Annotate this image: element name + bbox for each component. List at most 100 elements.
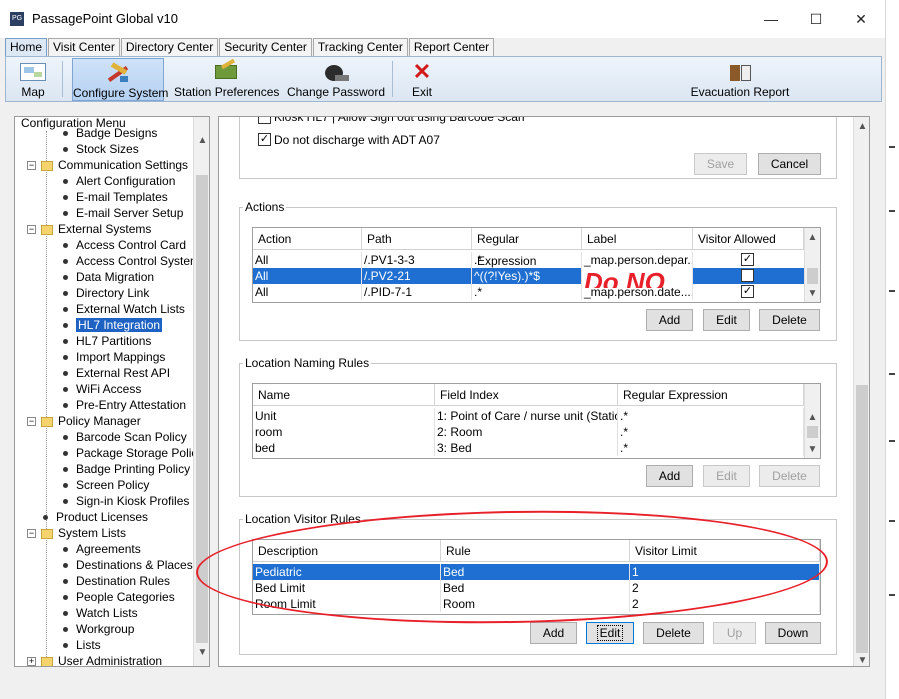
collapse-icon[interactable]: − [27, 161, 36, 171]
tree-item[interactable]: Barcode Scan Policy [63, 429, 187, 445]
col-description[interactable]: Description [253, 540, 441, 562]
scroll-up-icon[interactable]: ▲ [807, 412, 818, 423]
col-label[interactable]: Label [582, 228, 693, 250]
tree-item[interactable]: Lists [63, 637, 101, 653]
table-row[interactable]: All /.PID-7-1 .* _map.person.date.... ✓ [253, 284, 804, 300]
scroll-down-icon[interactable]: ▼ [807, 444, 818, 455]
rules-delete-button[interactable]: Delete [643, 622, 704, 644]
visitor-allowed-checkbox[interactable] [741, 269, 754, 282]
scroll-up-icon[interactable]: ▲ [857, 121, 868, 132]
tree-item[interactable]: Directory Link [63, 285, 149, 301]
collapse-icon[interactable]: − [27, 225, 36, 235]
tree-item[interactable]: E-mail Server Setup [63, 205, 183, 221]
collapse-icon[interactable]: − [27, 417, 36, 427]
rules-down-button[interactable]: Down [765, 622, 821, 644]
tree-item[interactable]: External Rest API [63, 365, 170, 381]
scroll-down-icon[interactable]: ▼ [807, 288, 818, 299]
table-row[interactable]: Room Limit Room 2 [253, 596, 820, 612]
tree-item[interactable]: Product Licenses [43, 509, 148, 525]
configure-system-button[interactable]: Configure System [72, 58, 168, 101]
tab-report-center[interactable]: Report Center [408, 38, 495, 56]
naming-add-button[interactable]: Add [646, 465, 693, 487]
tab-visit-center[interactable]: Visit Center [48, 38, 120, 56]
naming-delete-button[interactable]: Delete [759, 465, 820, 487]
rules-up-button[interactable]: Up [713, 622, 756, 644]
exit-button[interactable]: ✕ Exit [400, 58, 444, 101]
main-scrollbar[interactable]: ▲ ▼ [853, 117, 869, 666]
tree-item-hl7-integration[interactable]: HL7 Integration [63, 317, 163, 333]
scroll-up-icon[interactable]: ▲ [197, 135, 208, 146]
tree-item[interactable]: Sign-in Kiosk Profiles [63, 493, 189, 509]
col-regex[interactable]: Regular Expression [472, 228, 582, 268]
actions-edit-button[interactable]: Edit [703, 309, 750, 331]
table-row[interactable]: All /.PV1-3-3 .* _map.person.depar... ✓ [253, 252, 804, 268]
rules-edit-button[interactable]: Edit [586, 622, 634, 644]
naming-edit-button[interactable]: Edit [703, 465, 750, 487]
kiosk-checkbox[interactable] [258, 117, 271, 124]
cancel-button[interactable]: Cancel [758, 153, 821, 175]
col-visitor-limit[interactable]: Visitor Limit [630, 540, 820, 562]
tab-home[interactable]: Home [5, 38, 48, 56]
no-discharge-checkbox[interactable]: ✓ [258, 133, 271, 146]
actions-scrollbar[interactable]: ▲ ▼ [804, 228, 820, 302]
tree-item[interactable]: External Watch Lists [63, 301, 185, 317]
tree-item[interactable]: Screen Policy [63, 477, 149, 493]
scroll-up-icon[interactable]: ▲ [807, 232, 818, 243]
actions-add-button[interactable]: Add [646, 309, 693, 331]
tree-scroll-thumb[interactable] [196, 175, 208, 643]
close-button[interactable]: ✕ [839, 6, 883, 32]
evacuation-report-button[interactable]: Evacuation Report [688, 58, 792, 101]
col-path[interactable]: Path [362, 228, 472, 250]
tree-item[interactable]: Workgroup [63, 621, 134, 637]
actions-delete-button[interactable]: Delete [759, 309, 820, 331]
scroll-down-icon[interactable]: ▼ [197, 647, 208, 658]
main-scroll-thumb[interactable] [856, 385, 868, 653]
table-row[interactable]: Unit 1: Point of Care / nurse unit (Stat… [253, 408, 804, 424]
rules-add-button[interactable]: Add [530, 622, 577, 644]
tree-folder[interactable]: + User Administration [27, 653, 162, 666]
tree-item[interactable]: Package Storage Policy [63, 445, 193, 461]
table-row[interactable]: room 2: Room .* [253, 424, 804, 440]
visitor-allowed-checkbox[interactable]: ✓ [741, 285, 754, 298]
tree-item[interactable]: WiFi Access [63, 381, 141, 397]
tree-folder[interactable]: − System Lists [27, 525, 126, 541]
tab-directory-center[interactable]: Directory Center [120, 38, 219, 56]
tree-item[interactable]: Data Migration [63, 269, 154, 285]
save-button[interactable]: Save [694, 153, 747, 175]
tree-scrollbar[interactable]: ▲ ▼ [193, 117, 209, 666]
table-row[interactable]: bed 3: Bed .* [253, 440, 804, 456]
map-button[interactable]: Map [10, 58, 56, 101]
tree-item[interactable]: Agreements [63, 541, 141, 557]
visitor-allowed-checkbox[interactable]: ✓ [741, 253, 754, 266]
scroll-thumb[interactable] [807, 426, 818, 438]
change-password-button[interactable]: Change Password [286, 58, 386, 101]
tree-item[interactable]: Access Control Systems [63, 253, 193, 269]
tree-folder[interactable]: − Policy Manager [27, 413, 141, 429]
tree-item[interactable]: Access Control Card [63, 237, 186, 253]
tree-folder[interactable]: − External Systems [27, 221, 151, 237]
col-rule[interactable]: Rule [441, 540, 630, 562]
tree-item[interactable]: Watch Lists [63, 605, 138, 621]
col-field-index[interactable]: Field Index [435, 384, 618, 406]
tree-item[interactable]: Import Mappings [63, 349, 165, 365]
tree-item[interactable]: Destinations & Places [63, 557, 193, 573]
station-preferences-button[interactable]: Station Preferences [174, 58, 279, 101]
table-row-selected[interactable]: All /.PV2-21 ^((?!Yes).)*$ [253, 268, 804, 284]
col-name[interactable]: Name [253, 384, 435, 406]
table-row[interactable]: Bed Limit Bed 2 [253, 580, 820, 596]
tree-item[interactable]: Badge Printing Policy [63, 461, 190, 477]
scroll-thumb[interactable] [807, 268, 818, 284]
tab-tracking-center[interactable]: Tracking Center [312, 38, 408, 56]
collapse-icon[interactable]: − [27, 529, 36, 539]
col-regex[interactable]: Regular Expression [618, 384, 804, 406]
tree-item[interactable]: Pre-Entry Attestation [63, 397, 186, 413]
maximize-button[interactable]: ☐ [794, 6, 838, 32]
location-naming-scrollbar[interactable]: ▲ ▼ [804, 384, 820, 458]
minimize-button[interactable]: — [749, 6, 793, 32]
tree-item[interactable]: Badge Designs [63, 125, 157, 141]
tree-item[interactable]: People Categories [63, 589, 175, 605]
tree-item[interactable]: Destination Rules [63, 573, 170, 589]
tree-item[interactable]: E-mail Templates [63, 189, 168, 205]
tab-security-center[interactable]: Security Center [219, 38, 312, 56]
tree-item[interactable]: Stock Sizes [63, 141, 139, 157]
